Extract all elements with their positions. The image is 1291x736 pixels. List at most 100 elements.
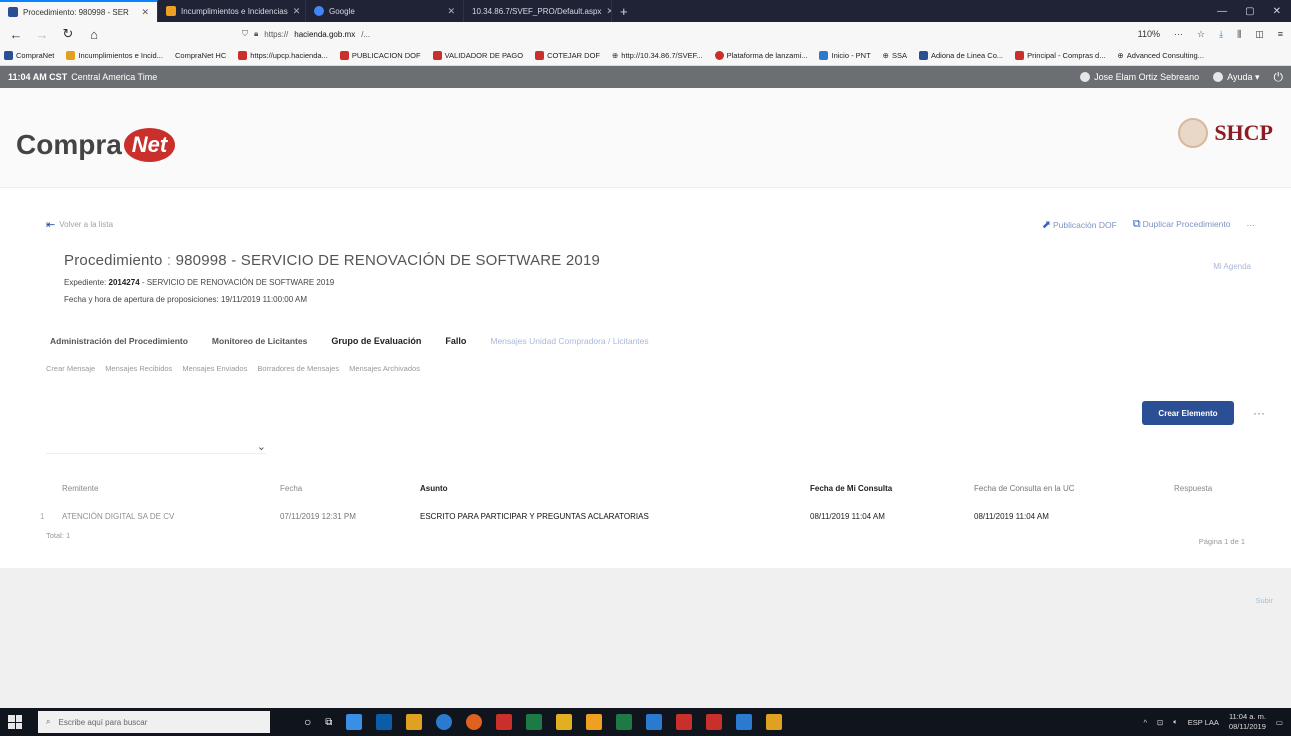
task-view-icon[interactable]: ⧉ (325, 717, 332, 728)
maximize-icon[interactable]: ▢ (1245, 6, 1254, 17)
download-icon[interactable]: ⤓ (1219, 29, 1223, 40)
bookmark-item[interactable]: Inicio - PNT (819, 51, 871, 60)
taskbar-app-icon[interactable] (556, 714, 573, 730)
cortana-icon[interactable]: ○ (304, 715, 311, 729)
input-language[interactable]: ESP LAA (1188, 718, 1219, 727)
column-header[interactable]: Fecha de Mi Consulta (810, 484, 974, 493)
back-to-list-link[interactable]: ⇤ Volver a la lista (46, 218, 113, 231)
column-header[interactable]: Respuesta (1174, 484, 1270, 493)
taskbar-app-icon[interactable] (706, 714, 723, 730)
taskbar-app-icon[interactable] (616, 714, 633, 730)
windows-start-icon[interactable] (8, 715, 22, 729)
subtab-archivados[interactable]: Mensajes Archivados (349, 364, 420, 373)
zoom-level[interactable]: 110% (1138, 29, 1160, 39)
taskbar-app-icon[interactable] (646, 714, 663, 730)
tab-monitoreo[interactable]: Monitoreo de Licitantes (212, 336, 307, 346)
taskbar-app-icon[interactable] (466, 714, 483, 730)
url-bar[interactable]: ⛉ 🔒︎ https:// hacienda.gob.mx /... (242, 25, 1022, 43)
taskbar-app-icon[interactable] (496, 714, 513, 730)
agenda-link[interactable]: Mi Agenda (1213, 262, 1251, 271)
taskbar-app-icon[interactable] (436, 714, 453, 730)
duplicate-procedure-link[interactable]: ⧉ Duplicar Procedimiento (1133, 218, 1231, 231)
minimize-icon[interactable]: — (1217, 6, 1227, 17)
bookmark-icon (432, 51, 442, 60)
subtab-enviados[interactable]: Mensajes Enviados (182, 364, 247, 373)
bookmark-item[interactable]: CompraNet HC (175, 51, 226, 60)
taskbar-app-icon[interactable] (676, 714, 693, 730)
publish-dof-link[interactable]: ⬈ Publicación DOF (1042, 218, 1117, 231)
bookmark-item[interactable]: ⊕ Advanced Consulting... (1117, 51, 1203, 60)
taskbar-search[interactable]: ⌕ Escribe aquí para buscar (38, 711, 270, 733)
tab-mensajes[interactable]: Mensajes Unidad Compradora / Licitantes (490, 336, 648, 346)
network-icon[interactable]: ⊡ (1157, 718, 1163, 727)
forward-arrow-icon[interactable]: → (34, 27, 50, 42)
close-icon[interactable]: ✕ (293, 6, 301, 17)
pagination[interactable]: Página 1 de 1 (1199, 537, 1245, 546)
bookmark-item[interactable]: Adiona de Linea Co... (918, 51, 1003, 60)
new-tab-button[interactable]: + (612, 0, 636, 22)
bookmark-item[interactable]: Plataforma de lanzami... (714, 51, 807, 60)
subtab-recibidos[interactable]: Mensajes Recibidos (105, 364, 172, 373)
home-icon[interactable]: ⌂ (86, 27, 102, 42)
volume-icon[interactable]: 🔈︎ (1173, 717, 1178, 727)
menu-icon[interactable]: ≡ (1278, 29, 1283, 39)
bookmark-item[interactable]: Incumplimientos e Incid... (66, 51, 163, 60)
taskbar-app-icon[interactable] (586, 714, 603, 730)
taskbar-app-icon[interactable] (736, 714, 753, 730)
tab-label: Google (329, 6, 355, 16)
bookmark-item[interactable]: PUBLICACION DOF (339, 51, 421, 60)
close-window-icon[interactable]: ✕ (1273, 6, 1281, 17)
compranet-logo[interactable]: Compra Net (16, 128, 176, 162)
close-icon[interactable]: ✕ (447, 6, 455, 17)
bookmark-item[interactable]: https://upcp.hacienda... (238, 51, 328, 60)
bookmark-item[interactable]: CompraNet (4, 51, 54, 60)
table-row[interactable]: 1 ATENCIÓN DIGITAL SA DE CV 07/11/2019 1… (40, 502, 1270, 530)
tab-administracion[interactable]: Administración del Procedimiento (50, 336, 188, 346)
taskbar-app-icon[interactable] (346, 714, 363, 730)
bookmark-item[interactable]: VALIDADOR DE PAGO (432, 51, 523, 60)
help-button[interactable]: Ayuda ▾ (1213, 72, 1260, 83)
bookmark-star-icon[interactable]: ☆ (1197, 29, 1205, 40)
taskbar-clock[interactable]: 11:04 a. m. 08/11/2019 (1229, 712, 1266, 732)
tab-fallo[interactable]: Fallo (445, 336, 466, 346)
bookmark-item[interactable]: COTEJAR DOF (535, 51, 600, 60)
subtab-borradores[interactable]: Borradores de Mensajes (257, 364, 339, 373)
bookmark-item[interactable]: ⊕ SSA (883, 51, 907, 60)
chevron-up-icon[interactable]: ^ (1143, 718, 1147, 727)
page-actions-icon[interactable]: ··· (1174, 29, 1183, 39)
browser-tab[interactable]: 10.34.86.7/SVEF_PRO/Default.aspx ✕ (464, 0, 612, 22)
close-icon[interactable]: ✕ (141, 7, 149, 18)
more-actions-button[interactable]: ··· (1247, 220, 1256, 230)
browser-nav-bar: ← → ↻ ⌂ ⛉ 🔒︎ https:// hacienda.gob.mx /.… (0, 22, 1291, 46)
tab-grupo-evaluacion[interactable]: Grupo de Evaluación (331, 336, 421, 346)
user-menu: Jose Elam Ortiz Sebreano Ayuda ▾ ⏻ (1080, 70, 1283, 85)
more-options-button[interactable]: ··· (1253, 406, 1265, 420)
browser-tab[interactable]: Procedimiento: 980998 - SER ✕ (0, 0, 158, 22)
power-icon[interactable]: ⏻ (1274, 70, 1284, 85)
notifications-icon[interactable]: ▭ (1276, 718, 1283, 727)
column-header[interactable]: Fecha (280, 484, 420, 493)
bookmark-item[interactable]: ⊕ http://10.34.86.7/SVEF... (612, 51, 703, 60)
cell-asunto[interactable]: ESCRITO PARA PARTICIPAR Y PREGUNTAS ACLA… (420, 512, 810, 521)
library-icon[interactable]: ⫼ (1237, 29, 1241, 40)
taskbar-app-icon[interactable] (376, 714, 393, 730)
create-element-button[interactable]: Crear Elemento (1142, 401, 1234, 425)
user-menu-button[interactable]: Jose Elam Ortiz Sebreano (1080, 72, 1199, 83)
back-arrow-icon: ⇤ (46, 219, 56, 231)
bookmark-item[interactable]: Principal - Compras d... (1015, 51, 1105, 60)
column-header[interactable]: Asunto (420, 484, 810, 493)
column-header[interactable]: Fecha de Consulta en la UC (974, 484, 1174, 493)
sidebar-icon[interactable]: ◫ (1255, 29, 1264, 40)
view-filter-dropdown[interactable]: ⌄ (46, 440, 266, 454)
column-header[interactable]: Remitente (40, 484, 280, 493)
browser-tab[interactable]: Incumplimientos e Incidencias ✕ (158, 0, 306, 22)
taskbar-app-icon[interactable] (406, 714, 423, 730)
back-arrow-icon[interactable]: ← (8, 27, 24, 42)
taskbar-app-icon[interactable] (766, 714, 783, 730)
globe-icon: ⊕ (612, 51, 619, 60)
reload-icon[interactable]: ↻ (60, 26, 76, 42)
taskbar-app-icon[interactable] (526, 714, 543, 730)
subtab-crear-mensaje[interactable]: Crear Mensaje (46, 364, 95, 373)
scroll-top-link[interactable]: Subir (1255, 596, 1273, 605)
browser-tab[interactable]: Google ✕ (306, 0, 464, 22)
